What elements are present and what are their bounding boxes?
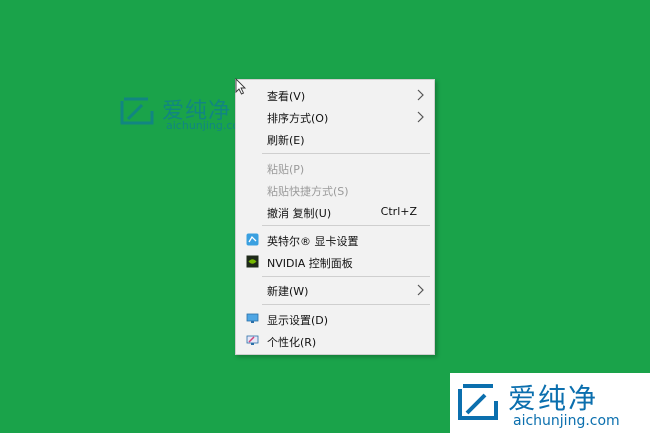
menu-item-label: 新建(W)	[267, 285, 309, 298]
menu-item-label: 粘贴快捷方式(S)	[267, 185, 349, 198]
menu-item-refresh[interactable]: 刷新(E)	[236, 128, 434, 150]
chevron-right-icon	[417, 111, 424, 123]
watermark-brand: 爱纯净	[508, 382, 599, 415]
menu-item-label: 个性化(R)	[267, 336, 317, 349]
menu-separator	[262, 304, 430, 305]
personalize-icon	[246, 335, 259, 345]
menu-item-undo-copy[interactable]: 撤消 复制(U) Ctrl+Z	[236, 201, 434, 223]
menu-item-label: 粘贴(P)	[267, 163, 305, 176]
menu-separator	[262, 153, 430, 154]
menu-item-view[interactable]: 查看(V)	[236, 84, 434, 106]
mouse-cursor-icon	[235, 78, 247, 95]
intel-graphics-icon	[246, 233, 259, 246]
watermark-url: aichunjing.com	[513, 413, 620, 429]
menu-item-sort-by[interactable]: 排序方式(O)	[236, 106, 434, 128]
display-settings-icon	[246, 313, 259, 323]
menu-item-label: NVIDIA 控制面板	[267, 257, 353, 270]
menu-item-label: 英特尔® 显卡设置	[267, 235, 359, 248]
menu-item-label: 刷新(E)	[267, 134, 305, 147]
menu-item-paste-shortcut[interactable]: 粘贴快捷方式(S)	[236, 179, 434, 201]
menu-item-shortcut: Ctrl+Z	[380, 205, 417, 218]
watermark-box: 爱纯净 aichunjing.com	[450, 373, 650, 433]
menu-item-label: 排序方式(O)	[267, 112, 329, 125]
chevron-right-icon	[417, 89, 424, 101]
menu-item-paste[interactable]: 粘贴(P)	[236, 157, 434, 179]
menu-separator	[262, 276, 430, 277]
chevron-right-icon	[417, 284, 424, 296]
watermark-logo-icon	[120, 97, 154, 125]
nvidia-icon	[246, 255, 259, 268]
menu-item-label: 查看(V)	[267, 90, 306, 103]
menu-item-label: 显示设置(D)	[267, 314, 329, 327]
menu-separator	[262, 225, 430, 226]
menu-item-personalize[interactable]: 个性化(R)	[236, 330, 434, 352]
menu-item-display-settings[interactable]: 显示设置(D)	[236, 308, 434, 330]
desktop-context-menu: 查看(V) 排序方式(O) 刷新(E) 粘贴(P) 粘贴快捷方式(S) 撤消 复…	[235, 79, 435, 355]
watermark-logo-icon	[458, 384, 498, 420]
menu-item-intel-graphics[interactable]: 英特尔® 显卡设置	[236, 229, 434, 251]
menu-item-new[interactable]: 新建(W)	[236, 279, 434, 301]
menu-item-nvidia-control-panel[interactable]: NVIDIA 控制面板	[236, 251, 434, 273]
menu-item-label: 撤消 复制(U)	[267, 207, 332, 220]
